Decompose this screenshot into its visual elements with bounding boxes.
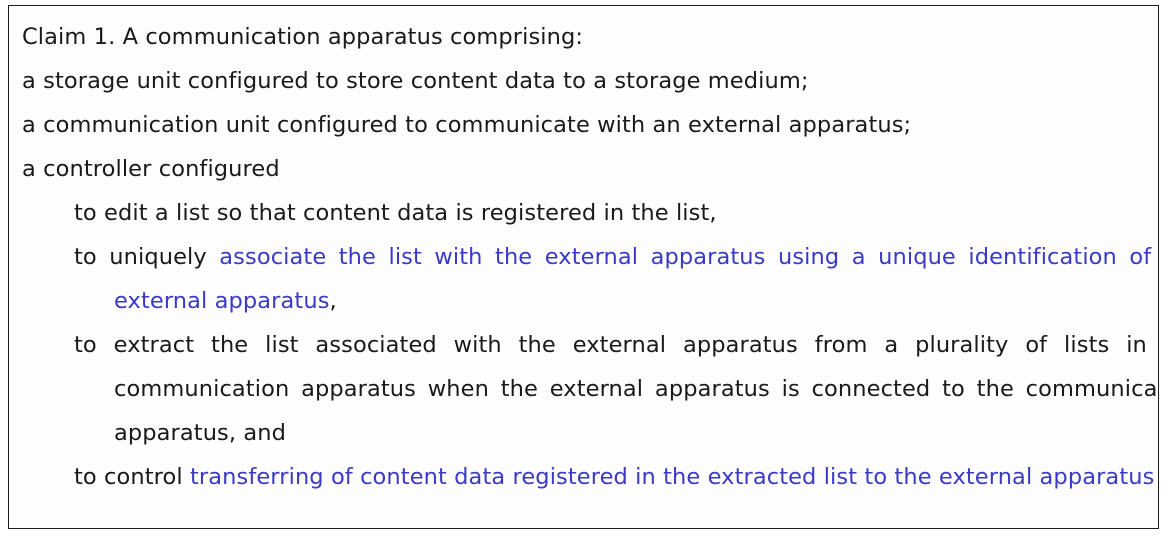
clause-associate-list-highlight: associate the list with the external app… <box>114 244 1159 314</box>
preamble-line-storage-unit: a storage unit configured to store conte… <box>22 68 809 94</box>
clause-extract-list-text: to extract the list associated with the … <box>74 332 1159 446</box>
claim-heading-line: Claim 1. A communication apparatus compr… <box>22 24 584 50</box>
clause-edit-list-text: to edit a list so that content data is r… <box>74 200 717 226</box>
claim-body: Claim 1. A communication apparatus compr… <box>9 6 1158 499</box>
clause-associate-list-prefix: to uniquely <box>74 244 220 270</box>
clause-associate-list-suffix: , <box>329 288 337 314</box>
clause-edit-list: to edit a list so that content data is r… <box>74 191 1158 235</box>
preamble-line-communication-unit: a communication unit configured to commu… <box>22 112 912 138</box>
claim-box: Claim 1. A communication apparatus compr… <box>8 5 1159 529</box>
preamble-line-controller: a controller configured <box>22 156 280 182</box>
clause-control-transfer-highlight: transferring of content data registered … <box>189 464 1155 490</box>
clause-associate-list: to uniquely associate the list with the … <box>74 235 1159 323</box>
clause-extract-list: to extract the list associated with the … <box>74 323 1159 455</box>
clause-control-transfer-prefix: to control <box>74 464 190 490</box>
clause-control-transfer: to control transferring of content data … <box>74 455 1158 499</box>
